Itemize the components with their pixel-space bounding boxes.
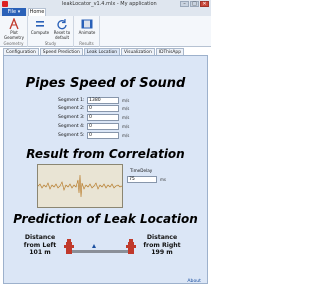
segment-2-label: Segment 2: (58, 106, 85, 111)
reset-default-label: Reset to default (53, 30, 71, 40)
segment-5-input[interactable]: 0 (87, 132, 119, 139)
minimize-button[interactable]: – (180, 1, 189, 7)
film-icon (81, 19, 93, 29)
segment-1-unit: m/s (122, 98, 130, 103)
distance-left-value: 101 m (29, 249, 51, 256)
group-label-geometry: Geometry (3, 41, 24, 46)
segment-3-input[interactable]: 0 (87, 114, 119, 121)
reset-default-button[interactable]: Reset to default (51, 18, 73, 40)
animate-label: Animate (78, 30, 96, 35)
prediction-section-title: Prediction of Leak Location (13, 212, 198, 226)
animate-button[interactable]: Animate (76, 18, 98, 36)
ribbon-tab-home[interactable]: Home (28, 8, 46, 16)
reset-icon (57, 19, 67, 30)
distance-left-line2: from Left (23, 241, 57, 249)
file-menu-button[interactable]: File ▾ (2, 8, 26, 16)
segment-1-label: Segment 1: (58, 98, 85, 103)
compute-label: Compute (30, 30, 50, 35)
distance-right-readout: Distance from Right 199 m (140, 234, 184, 257)
group-label-results: Results (79, 41, 94, 46)
distance-left-line1: Distance (24, 234, 56, 241)
plot-icon (9, 18, 19, 30)
distance-right-value: 199 m (151, 249, 173, 256)
window-title: leakLocator_v1.4.mlx - My application (62, 1, 157, 7)
about-link[interactable]: About (187, 279, 201, 284)
segment-2-unit: m/s (122, 106, 130, 111)
segment-3-label: Segment 3: (58, 115, 85, 120)
compute-icon (36, 21, 44, 27)
ribbon-group-study: Compute Reset to default Study (28, 16, 74, 47)
time-delay-unit: ms (160, 177, 166, 182)
segment-5-unit: m/s (122, 133, 130, 138)
segment-5-label: Segment 5: (58, 133, 85, 138)
segment-2-input[interactable]: 0 (87, 105, 119, 112)
distance-right-line1: Distance (146, 234, 178, 241)
close-button[interactable]: ✕ (200, 1, 209, 7)
segment-3-unit: m/s (122, 115, 130, 120)
plot-geometry-label: Plot Geometry (4, 30, 24, 40)
distance-right-line2: from Right (143, 241, 181, 249)
maximize-button[interactable]: □ (190, 1, 199, 7)
group-label-study: Study (44, 41, 57, 46)
segment-4-input[interactable]: 0 (87, 123, 119, 130)
leak-marker-icon (92, 244, 96, 248)
ribbon: Plot Geometry Geometry Compute Reset to … (0, 16, 211, 47)
segment-4-label: Segment 4: (58, 124, 85, 129)
pipe-hydrant-graphic (64, 239, 136, 254)
compute-button[interactable]: Compute (29, 18, 51, 36)
segment-1-input[interactable]: 1380 (87, 97, 119, 104)
segment-4-unit: m/s (122, 124, 130, 129)
plot-geometry-button[interactable]: Plot Geometry (3, 18, 25, 40)
correlation-section-title: Result from Correlation (26, 147, 185, 161)
app-icon (2, 1, 8, 7)
distance-left-readout: Distance from Left 101 m (20, 234, 60, 257)
speed-section-title: Pipes Speed of Sound (25, 76, 186, 91)
time-delay-input[interactable]: 75 (127, 176, 157, 183)
ribbon-group-geometry: Plot Geometry Geometry (0, 16, 28, 47)
title-bar: leakLocator_v1.4.mlx - My application – … (0, 0, 211, 8)
ribbon-group-results: Animate Results (74, 16, 100, 47)
time-delay-label: TimeDelay (130, 168, 153, 173)
correlation-plot (37, 164, 123, 208)
correlation-signal-graphic (37, 174, 123, 198)
